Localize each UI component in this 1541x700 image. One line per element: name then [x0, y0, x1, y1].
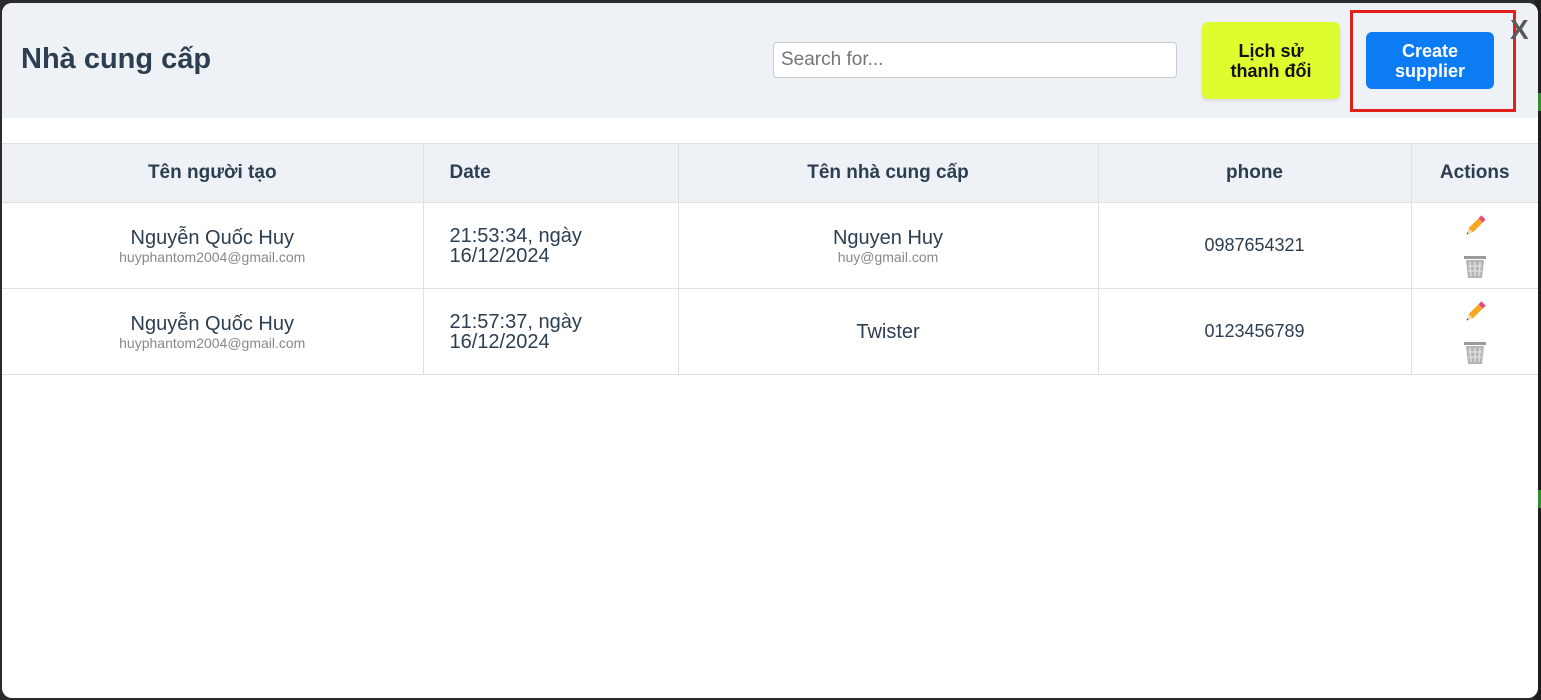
- table-row: Nguyễn Quốc Huy huyphantom2004@gmail.com…: [2, 288, 1538, 375]
- column-header-date: Date: [423, 143, 679, 203]
- edit-button[interactable]: [1462, 299, 1488, 325]
- date-text: 21:53:34, ngày 16/12/2024: [449, 224, 582, 267]
- edit-button[interactable]: [1462, 213, 1488, 239]
- trash-icon: [1463, 341, 1486, 364]
- supplier-cell: Twister: [678, 288, 1099, 375]
- delete-button[interactable]: [1462, 253, 1488, 279]
- trash-icon: [1463, 255, 1486, 278]
- table-body: Nguyễn Quốc Huy huyphantom2004@gmail.com…: [2, 202, 1538, 375]
- supplier-email: huy@gmail.com: [837, 248, 939, 265]
- date-text: 21:57:37, ngày 16/12/2024: [449, 310, 582, 353]
- column-header-creator: Tên người tạo: [2, 143, 424, 203]
- pencil-icon: [1466, 214, 1486, 234]
- phone-text: 0123456789: [1204, 320, 1305, 341]
- creator-email: huyphantom2004@gmail.com: [119, 334, 306, 351]
- history-button[interactable]: Lịch sử thanh đổi: [1202, 22, 1340, 99]
- creator-cell: Nguyễn Quốc Huy huyphantom2004@gmail.com: [2, 202, 424, 289]
- table-row: Nguyễn Quốc Huy huyphantom2004@gmail.com…: [2, 202, 1538, 289]
- modal-header: Nhà cung cấp Lịch sử thanh đổi Create su…: [2, 3, 1538, 118]
- creator-email: huyphantom2004@gmail.com: [119, 248, 306, 265]
- supplier-name: Twister: [856, 320, 920, 343]
- supplier-cell: Nguyen Huy huy@gmail.com: [678, 202, 1099, 289]
- supplier-name: Nguyen Huy: [832, 226, 944, 249]
- actions-cell: [1411, 202, 1538, 289]
- date-cell: 21:57:37, ngày 16/12/2024: [423, 288, 679, 375]
- creator-name: Nguyễn Quốc Huy: [130, 312, 294, 335]
- creator-name: Nguyễn Quốc Huy: [130, 226, 294, 249]
- supplier-table: Tên người tạo Date Tên nhà cung cấp phon…: [2, 143, 1538, 375]
- column-header-supplier: Tên nhà cung cấp: [678, 143, 1099, 203]
- search-input[interactable]: [773, 42, 1177, 78]
- phone-cell: 0987654321: [1098, 202, 1412, 289]
- phone-text: 0987654321: [1204, 234, 1305, 255]
- table-header: Tên người tạo Date Tên nhà cung cấp phon…: [2, 143, 1538, 203]
- supplier-modal: Nhà cung cấp Lịch sử thanh đổi Create su…: [2, 3, 1538, 698]
- page-title: Nhà cung cấp: [21, 43, 212, 75]
- column-header-actions: Actions: [1411, 143, 1538, 203]
- actions-cell: [1411, 288, 1538, 375]
- supplier-table-wrapper: Tên người tạo Date Tên nhà cung cấp phon…: [2, 143, 1538, 375]
- date-cell: 21:53:34, ngày 16/12/2024: [423, 202, 679, 289]
- phone-cell: 0123456789: [1098, 288, 1412, 375]
- creator-cell: Nguyễn Quốc Huy huyphantom2004@gmail.com: [2, 288, 424, 375]
- create-supplier-button[interactable]: Create supplier: [1366, 32, 1494, 89]
- delete-button[interactable]: [1462, 339, 1488, 365]
- column-header-phone: phone: [1098, 143, 1412, 203]
- pencil-icon: [1466, 300, 1486, 320]
- close-button[interactable]: X: [1510, 15, 1538, 45]
